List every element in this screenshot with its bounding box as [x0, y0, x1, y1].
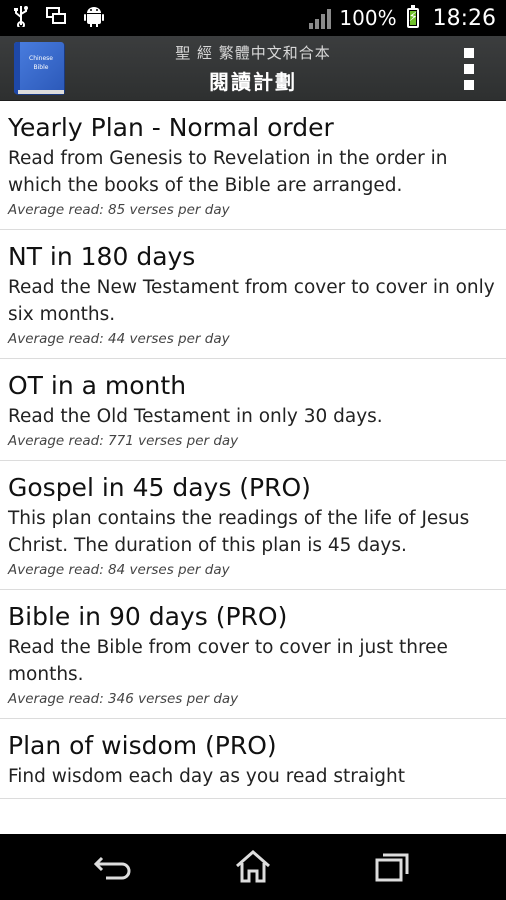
- plan-title: NT in 180 days: [8, 242, 196, 271]
- list-item[interactable]: Bible in 90 days (PRO) Read the Bible fr…: [0, 590, 506, 719]
- usb-icon: [14, 5, 28, 31]
- plan-title: Gospel in 45 days (PRO): [8, 473, 311, 502]
- book-pages: [18, 90, 64, 94]
- book-spine: [14, 42, 20, 94]
- navigation-bar: [0, 834, 506, 900]
- notification-icons: [14, 6, 104, 30]
- android-icon: [84, 5, 104, 31]
- reading-plan-list: Yearly Plan - Normal order Read from Gen…: [0, 101, 506, 834]
- back-icon[interactable]: [93, 848, 134, 884]
- status-bar: 100% ⚡ 18:26: [0, 0, 506, 36]
- screen-mirror-icon: [46, 7, 66, 29]
- list-item[interactable]: NT in 180 days Read the New Testament fr…: [0, 230, 506, 359]
- home-icon[interactable]: [233, 848, 273, 884]
- plan-description: Read the Old Testament in only 30 days.: [8, 406, 383, 427]
- signal-icon: [309, 7, 332, 29]
- list-item[interactable]: Plan of wisdom (PRO) Find wisdom each da…: [0, 719, 506, 799]
- plan-average: Average read: 346 verses per day: [8, 691, 239, 707]
- plan-average: Average read: 84 verses per day: [8, 562, 230, 578]
- recent-apps-icon[interactable]: [373, 848, 413, 884]
- plan-average: Average read: 44 verses per day: [8, 331, 230, 347]
- plan-description: Read the Bible from cover to cover in ju…: [8, 637, 448, 685]
- overflow-menu-icon[interactable]: [464, 48, 476, 90]
- action-bar-subtitle: 聖 經 繁體中文和合本: [175, 44, 331, 62]
- plan-description: This plan contains the readings of the l…: [8, 508, 470, 556]
- list-item[interactable]: OT in a month Read the Old Testament in …: [0, 359, 506, 461]
- plan-title: Bible in 90 days (PRO): [8, 602, 288, 631]
- plan-average: Average read: 771 verses per day: [8, 433, 239, 449]
- app-icon-label: Chinese Bible: [29, 55, 53, 71]
- page-title: 閱讀計劃: [209, 70, 297, 94]
- plan-title: Plan of wisdom (PRO): [8, 731, 277, 760]
- app-icon[interactable]: Chinese Bible: [12, 40, 68, 96]
- plan-title: OT in a month: [8, 371, 187, 400]
- action-bar: Chinese Bible 聖 經 繁體中文和合本 閱讀計劃: [0, 36, 506, 101]
- system-status: 100% ⚡ 18:26: [309, 0, 496, 36]
- plan-title: Yearly Plan - Normal order: [8, 113, 334, 142]
- list-item[interactable]: Gospel in 45 days (PRO) This plan contai…: [0, 461, 506, 590]
- plan-average: Average read: 85 verses per day: [8, 202, 230, 218]
- battery-percent: 100%: [339, 6, 397, 30]
- plan-description: Read from Genesis to Revelation in the o…: [8, 148, 448, 196]
- plan-description: Read the New Testament from cover to cov…: [8, 277, 495, 325]
- clock: 18:26: [432, 5, 496, 31]
- list-item[interactable]: Yearly Plan - Normal order Read from Gen…: [0, 101, 506, 230]
- plan-description: Find wisdom each day as you read straigh…: [8, 766, 406, 787]
- battery-charging-icon: ⚡: [406, 5, 419, 28]
